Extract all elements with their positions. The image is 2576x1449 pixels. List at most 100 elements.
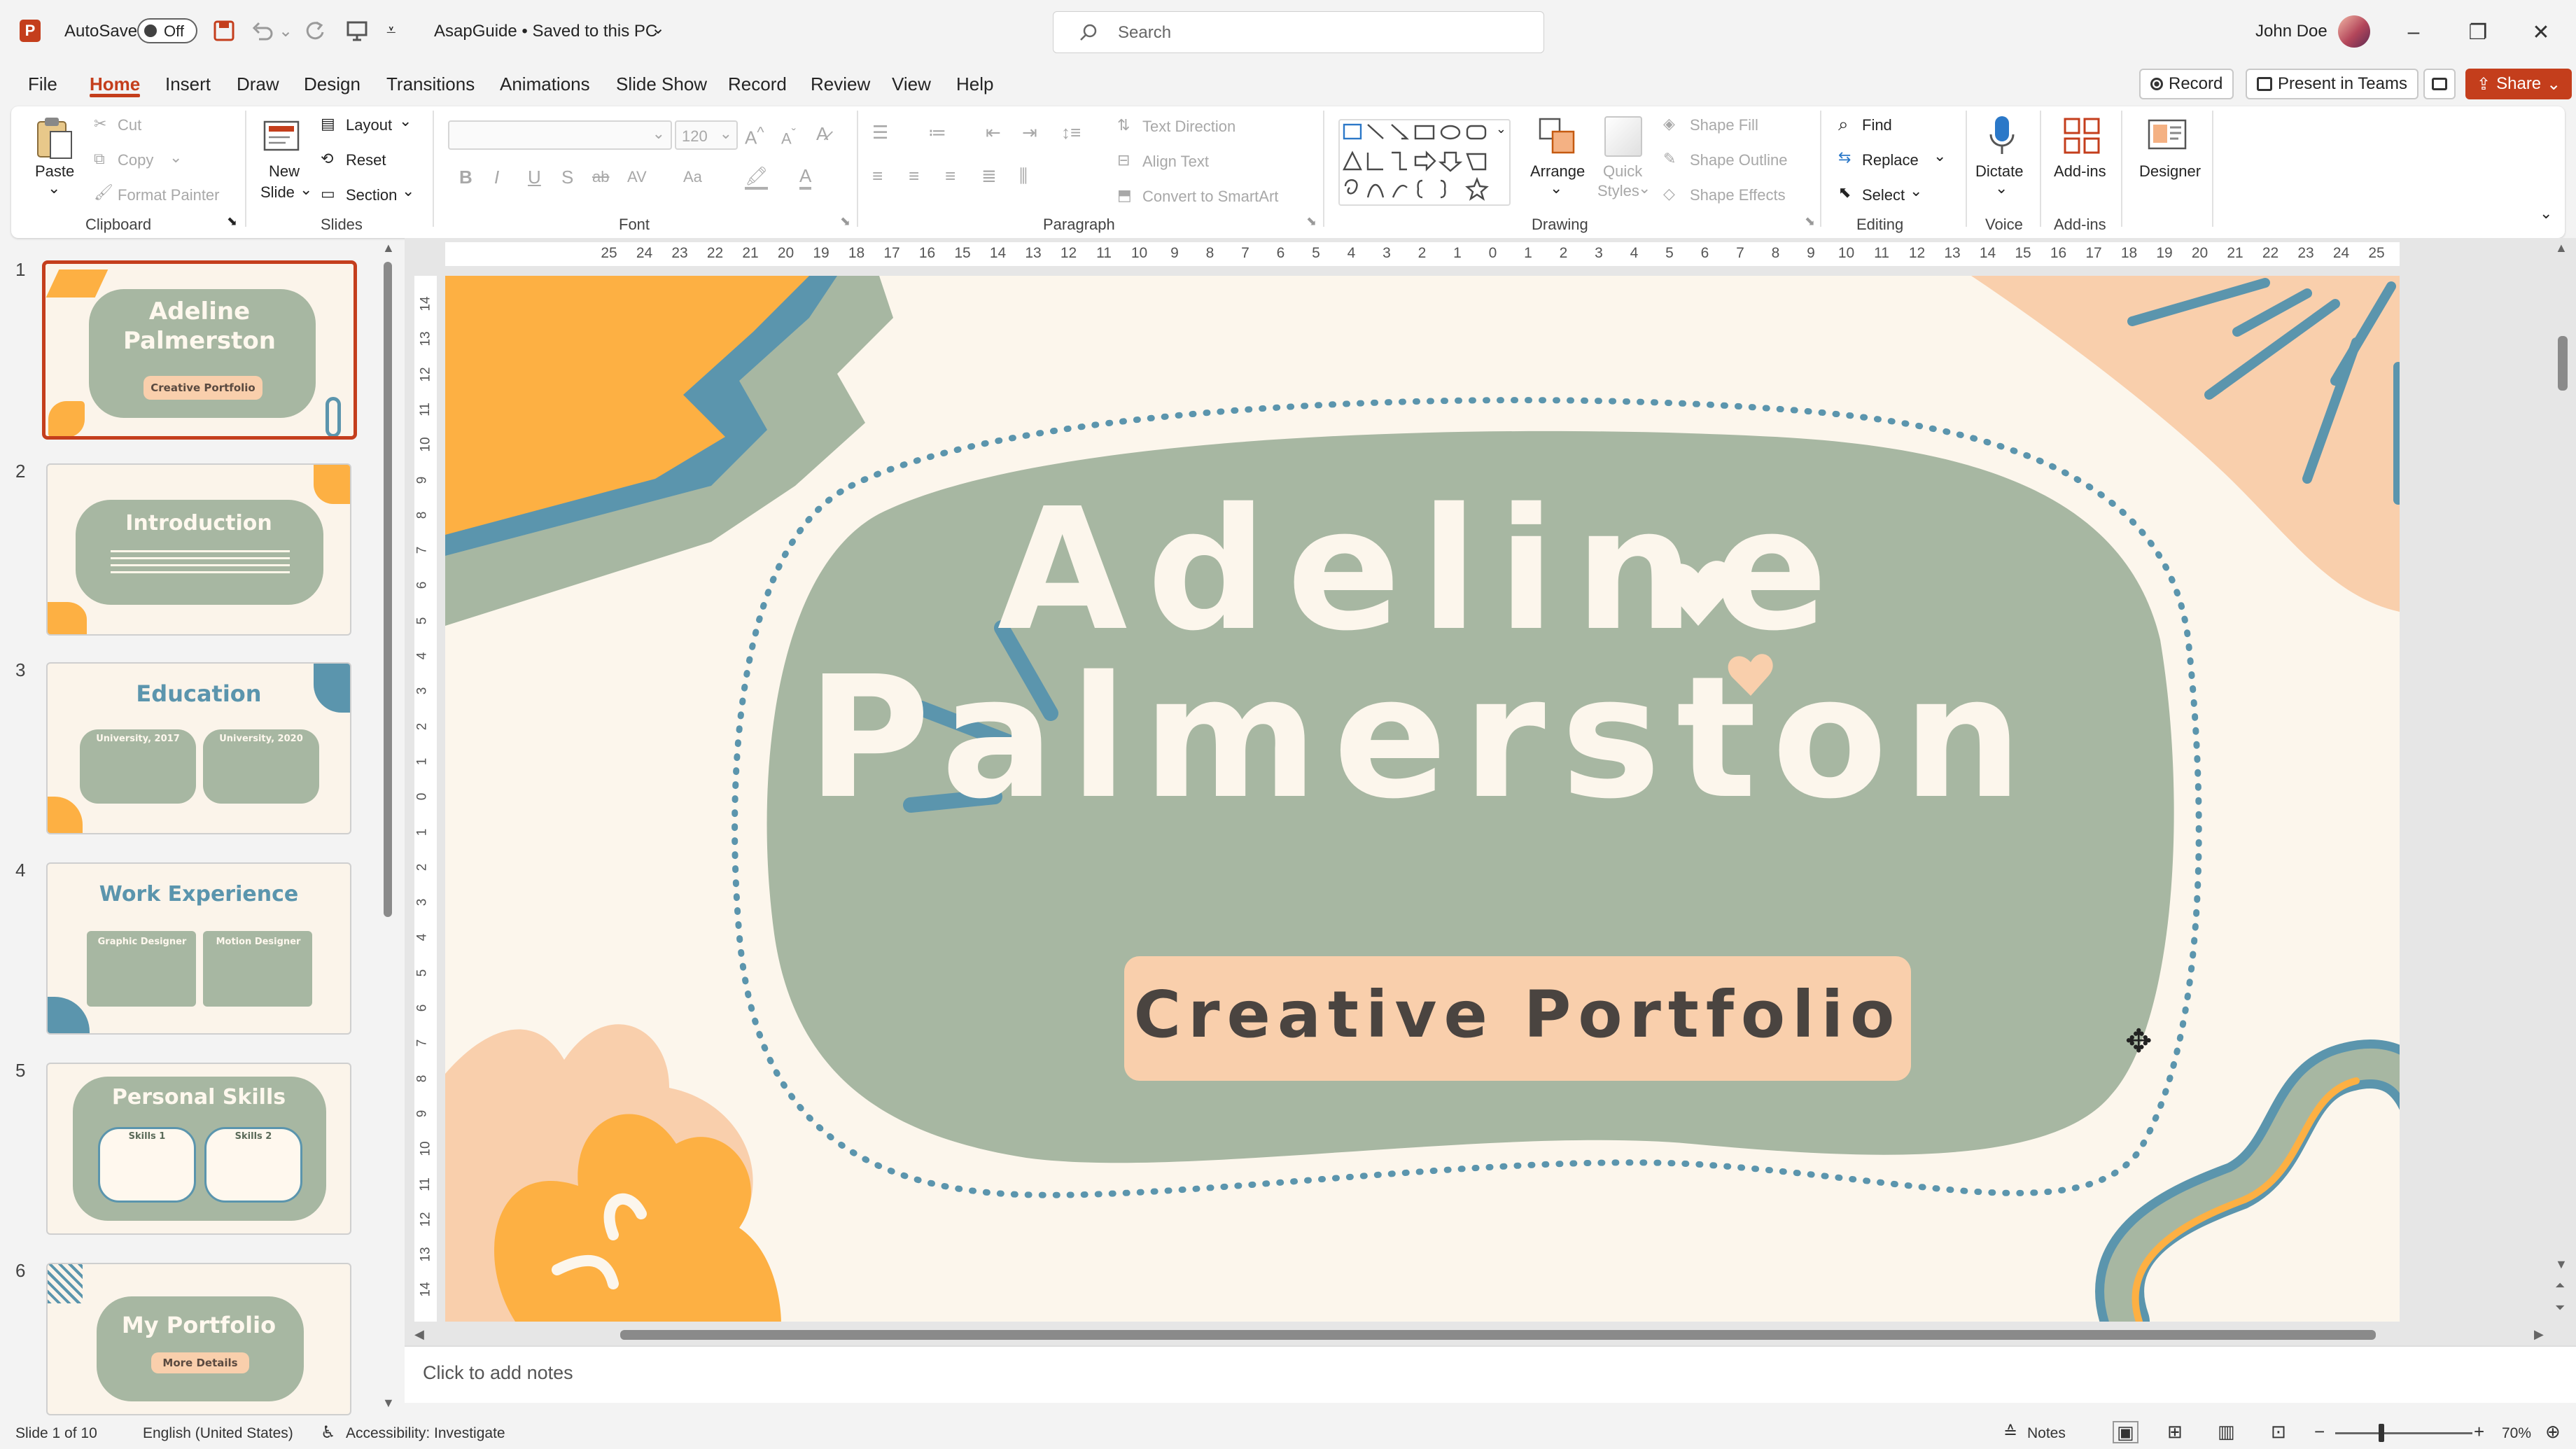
new-slide-label-2[interactable]: Slide — [260, 183, 295, 202]
add-ins-button[interactable]: Add-ins — [2054, 162, 2106, 181]
collapse-ribbon-icon[interactable]: ⌄ — [2540, 204, 2552, 223]
new-slide-chevron-icon[interactable]: ⌄ — [300, 181, 312, 199]
tab-help[interactable]: Help — [956, 74, 993, 95]
italic-button[interactable]: I — [494, 167, 499, 188]
zoom-level[interactable]: 70% — [2502, 1425, 2531, 1442]
avatar[interactable] — [2338, 15, 2370, 48]
decrease-font-icon[interactable]: Aˇ — [781, 126, 796, 148]
canvas-hscrollbar-thumb[interactable] — [620, 1330, 2376, 1340]
vertical-ruler[interactable]: 14 13 12 11 10 9 8 7 6 5 4 3 2 1 0 1 2 3 4 5 6 7 8 9 10 11 12 13 14 — [414, 276, 437, 1322]
normal-view-icon[interactable]: ▣ — [2113, 1421, 2138, 1443]
add-ins-icon[interactable] — [2062, 116, 2103, 157]
paste-chevron-icon[interactable]: ⌄ — [48, 179, 60, 197]
tab-animations[interactable]: Animations — [500, 74, 590, 95]
font-name-box[interactable]: ⌄ — [448, 120, 672, 150]
tab-home[interactable]: Home — [90, 74, 140, 95]
format-painter-button[interactable]: Format Painter — [118, 186, 220, 204]
slide-1-canvas[interactable]: Adeline Palmerston Creative Portfolio ✥ — [445, 276, 2400, 1322]
quick-styles-label-2[interactable]: Styles — [1597, 182, 1639, 200]
copy-button[interactable]: Copy — [118, 151, 153, 169]
fit-to-window-icon[interactable]: ⊕ — [2545, 1421, 2561, 1443]
arrange-button[interactable]: Arrange — [1530, 162, 1585, 181]
present-in-teams-button[interactable]: Present in Teams — [2246, 69, 2418, 99]
canvas-scroll-left-icon[interactable]: ◀ — [414, 1327, 424, 1342]
layout-chevron-icon[interactable]: ⌄ — [399, 112, 412, 130]
new-slide-icon[interactable] — [262, 116, 302, 155]
tab-view[interactable]: View — [892, 74, 931, 95]
columns-icon[interactable]: ⫼ — [1019, 165, 1028, 188]
decrease-indent-icon[interactable]: ⇤ — [986, 122, 1001, 144]
tab-file[interactable]: File — [28, 74, 57, 95]
save-icon[interactable] — [213, 20, 235, 42]
thumbs-scroll-up-icon[interactable]: ▲ — [382, 241, 395, 255]
dictate-chevron-icon[interactable]: ⌄ — [1995, 179, 2008, 197]
align-left-icon[interactable]: ≡ — [872, 165, 883, 187]
convert-smartart-button[interactable]: Convert to SmartArt — [1142, 188, 1278, 206]
slide-show-view-icon[interactable]: ⊡ — [2271, 1421, 2286, 1443]
zoom-in-icon[interactable]: + — [2474, 1421, 2484, 1443]
search-box[interactable]: Search — [1053, 11, 1544, 53]
user-name[interactable]: John Doe — [2255, 22, 2328, 41]
minimize-button[interactable]: – — [2393, 11, 2435, 53]
record-button[interactable]: Record — [2139, 69, 2234, 99]
title-line-2[interactable]: Palmerston — [445, 654, 2400, 822]
microphone-icon[interactable] — [1988, 115, 2016, 157]
underline-button[interactable]: U — [528, 167, 541, 188]
tab-transitions[interactable]: Transitions — [386, 74, 475, 95]
font-launcher-icon[interactable]: ⬊ — [840, 214, 850, 229]
canvas-scroll-up-icon[interactable]: ▲ — [2555, 241, 2568, 255]
undo-dropdown-icon[interactable]: ⌄ — [279, 21, 293, 41]
horizontal-ruler[interactable]: 25 24 23 22 21 20 19 18 17 16 15 14 13 12 11 10 9 8 7 6 5 4 3 2… — [445, 242, 2400, 266]
line-spacing-icon[interactable]: ↕≡ — [1061, 122, 1081, 144]
shadow-button[interactable]: S — [561, 167, 573, 188]
shapes-more-icon[interactable]: ⌄ — [1496, 122, 1506, 136]
redo-icon[interactable] — [302, 20, 326, 42]
thumbs-scrollbar-thumb[interactable] — [384, 262, 392, 917]
shape-outline-button[interactable]: Shape Outline — [1690, 151, 1787, 169]
align-center-icon[interactable]: ≡ — [909, 165, 919, 187]
quick-styles-chevron-icon[interactable]: ⌄ — [1638, 179, 1651, 197]
copy-chevron-icon[interactable]: ⌄ — [169, 148, 182, 167]
bold-button[interactable]: B — [459, 167, 472, 188]
canvas-scroll-right-icon[interactable]: ▶ — [2534, 1327, 2544, 1342]
canvas-vscrollbar-thumb[interactable] — [2558, 336, 2568, 391]
reset-button[interactable]: Reset — [346, 151, 386, 169]
designer-button[interactable]: Designer — [2139, 162, 2201, 181]
align-right-icon[interactable]: ≡ — [945, 165, 955, 187]
justify-icon[interactable]: ≣ — [981, 165, 997, 187]
quick-styles-label-1[interactable]: Quick — [1603, 162, 1642, 181]
previous-slide-icon[interactable]: ⏶ — [2555, 1278, 2565, 1293]
autosave-toggle[interactable]: Off — [137, 18, 197, 43]
zoom-slider-thumb[interactable] — [2379, 1424, 2384, 1442]
align-text-button[interactable]: Align Text — [1142, 153, 1209, 171]
reading-view-icon[interactable]: ▥ — [2218, 1421, 2235, 1443]
share-button[interactable]: ⇪ Share ⌄ — [2465, 69, 2572, 99]
slide-thumbnail-3[interactable]: Education University, 2017 University, 2… — [46, 662, 351, 834]
clear-formatting-icon[interactable]: A̷ — [816, 123, 828, 145]
notes-pane[interactable]: Click to add notes — [405, 1345, 2576, 1403]
subtitle[interactable]: Creative Portfolio — [1124, 983, 1911, 1047]
increase-indent-icon[interactable]: ⇥ — [1022, 122, 1037, 144]
shape-effects-button[interactable]: Shape Effects — [1690, 186, 1786, 204]
arrange-icon[interactable] — [1537, 116, 1578, 157]
comments-button[interactable] — [2423, 69, 2456, 99]
replace-button[interactable]: Replace — [1862, 151, 1919, 169]
next-slide-icon[interactable]: ⏷ — [2555, 1301, 2565, 1315]
character-spacing-button[interactable]: AV — [627, 168, 647, 186]
shape-fill-button[interactable]: Shape Fill — [1690, 116, 1758, 134]
paste-icon[interactable] — [35, 115, 74, 161]
bullets-icon[interactable]: ☰ — [872, 122, 888, 144]
restore-button[interactable]: ❐ — [2457, 11, 2499, 53]
slide-counter[interactable]: Slide 1 of 10 — [15, 1425, 97, 1442]
text-direction-button[interactable]: Text Direction — [1142, 118, 1236, 136]
close-button[interactable]: ✕ — [2520, 11, 2562, 53]
slide-sorter-icon[interactable]: ⊞ — [2167, 1421, 2183, 1443]
layout-button[interactable]: Layout — [346, 116, 392, 134]
tab-record[interactable]: Record — [728, 74, 787, 95]
zoom-out-icon[interactable]: − — [2314, 1421, 2325, 1443]
numbering-icon[interactable]: ≔ — [928, 122, 946, 144]
change-case-button[interactable]: Aa — [683, 168, 702, 186]
title-chevron-icon[interactable]: ⌄ — [651, 18, 665, 38]
find-button[interactable]: Find — [1862, 116, 1892, 134]
zoom-slider-track[interactable] — [2335, 1432, 2472, 1434]
